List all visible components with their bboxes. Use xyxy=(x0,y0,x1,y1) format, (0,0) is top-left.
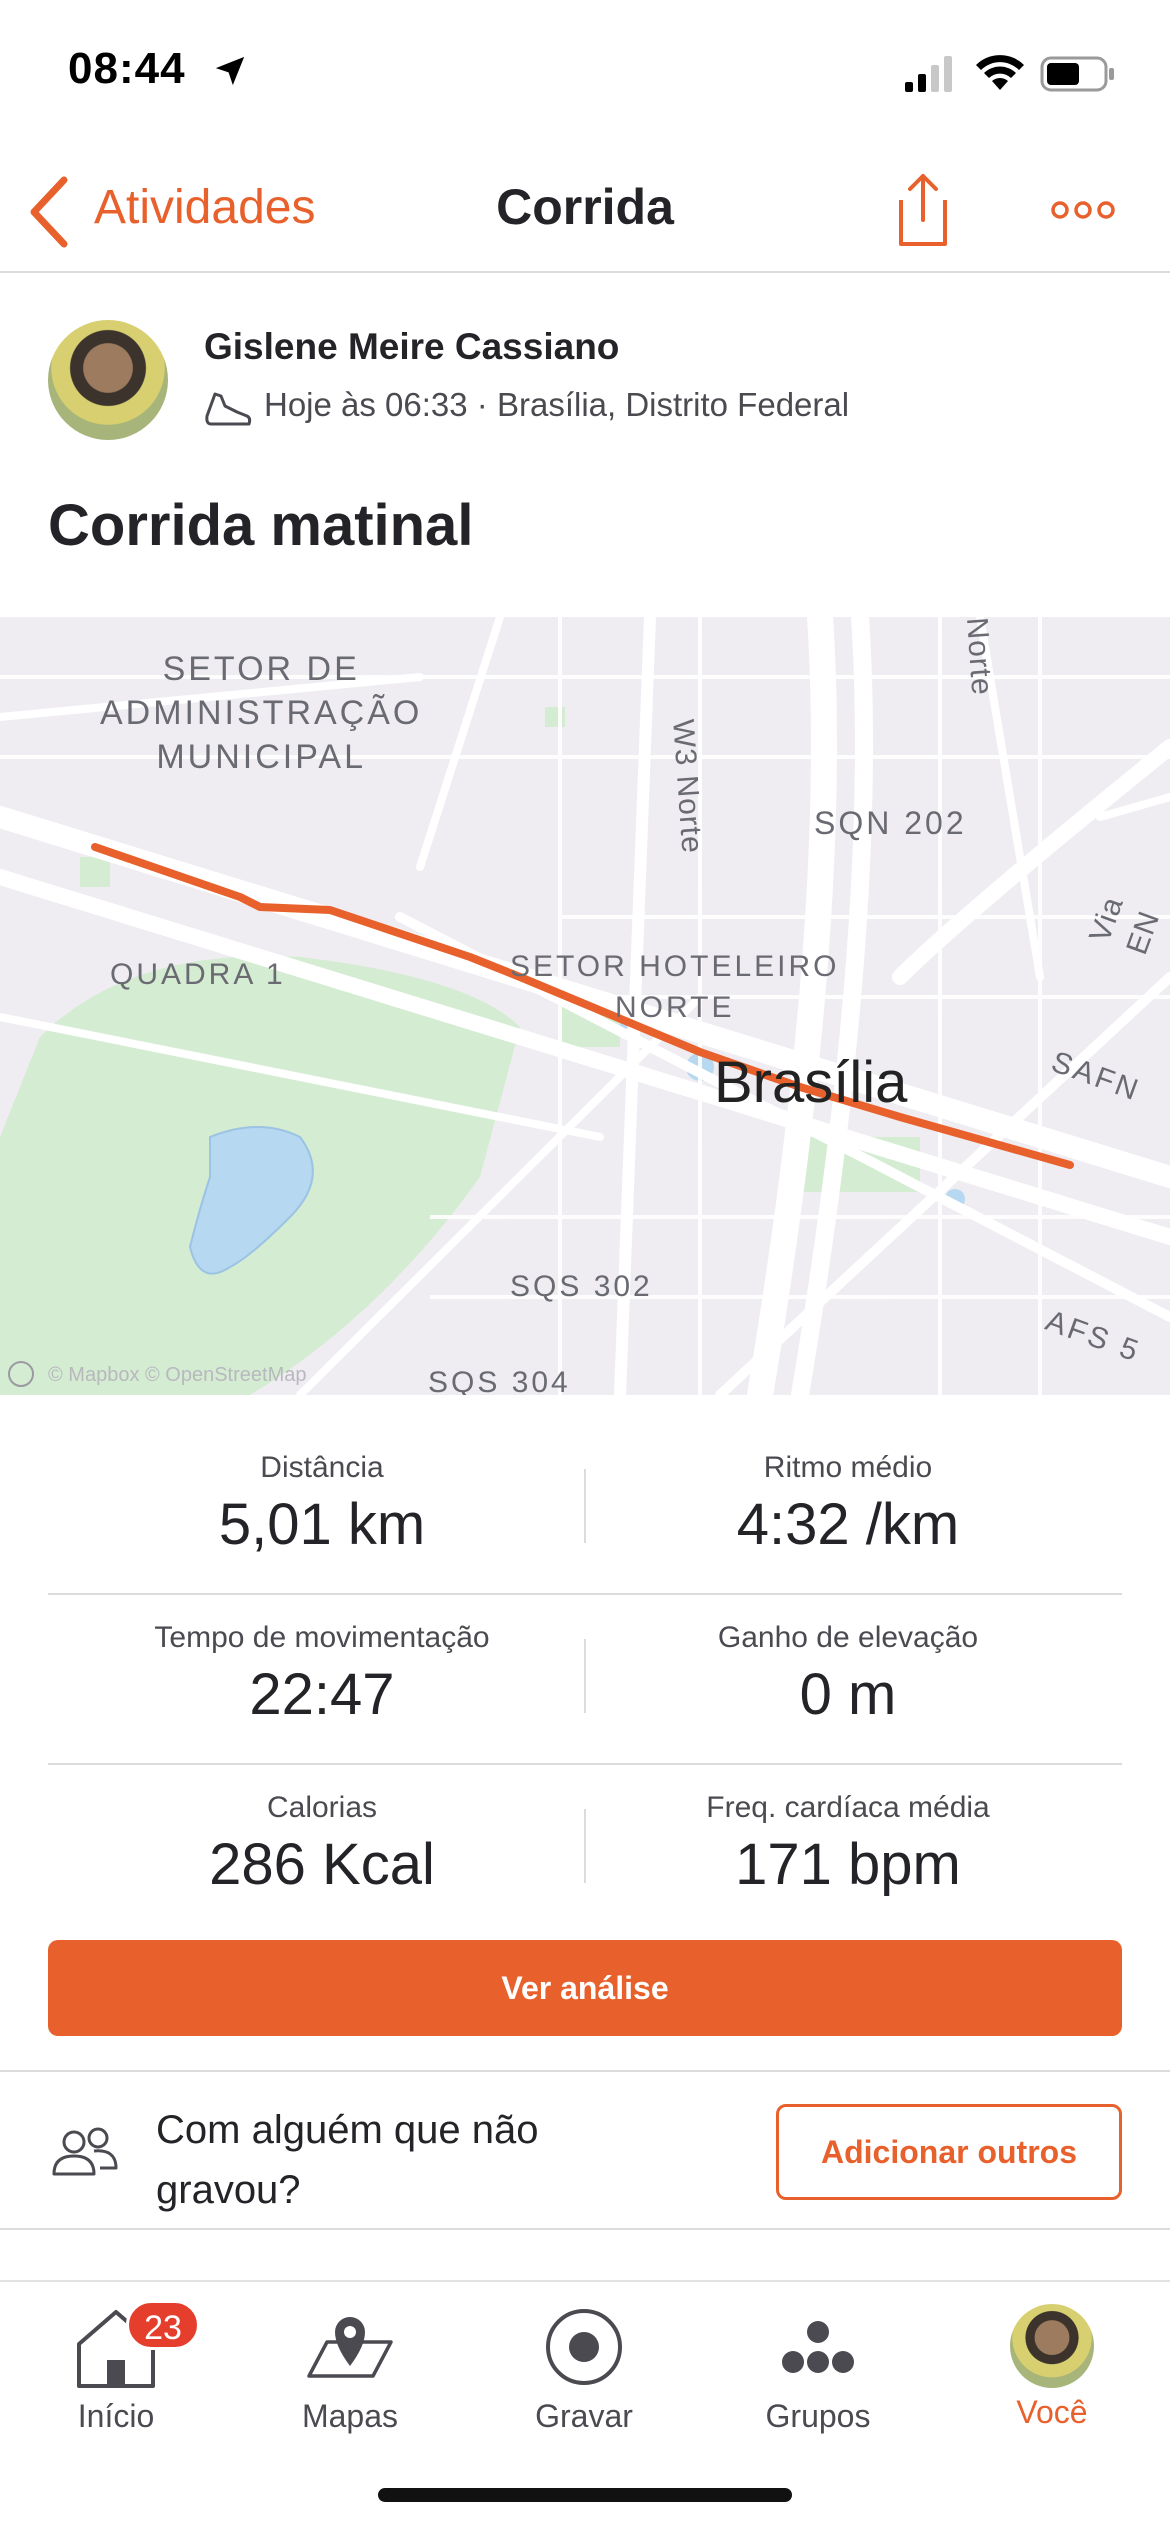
stat-avg-pace: Ritmo médio 4:32 /km xyxy=(574,1451,1122,1558)
tab-label: Grupos xyxy=(765,2398,871,2434)
back-button[interactable]: Atividades xyxy=(94,180,315,235)
tab-home[interactable]: Início 23 xyxy=(26,2292,206,2442)
notification-badge: 23 xyxy=(126,2300,200,2350)
athlete-avatar[interactable] xyxy=(48,320,168,440)
stat-calories: Calorias 286 Kcal xyxy=(48,1791,596,1898)
stat-value: 0 m xyxy=(799,1662,897,1727)
groups-icon xyxy=(782,2321,854,2373)
tab-label: Mapas xyxy=(301,2398,399,2434)
chevron-left-icon[interactable] xyxy=(26,174,70,250)
shoe-icon xyxy=(205,392,252,426)
page-title: Corrida xyxy=(496,179,674,235)
add-others-prompt: Com alguém que não gravou? xyxy=(156,2108,539,2212)
record-icon xyxy=(546,2309,622,2385)
more-options-icon[interactable] xyxy=(1050,198,1116,222)
map-pin-icon xyxy=(307,2317,393,2378)
route-map[interactable]: SETOR DE ADMINISTRAÇÃO MUNICIPAL W3 Nort… xyxy=(0,617,1170,1395)
map-label-norte: Norte xyxy=(959,617,999,697)
stat-value: 22:47 xyxy=(249,1662,395,1727)
stat-value: 171 bpm xyxy=(735,1832,961,1897)
wifi-icon xyxy=(976,55,1024,90)
mapbox-logo-icon xyxy=(8,1361,34,1387)
map-label-sqs-302: SQS 302 xyxy=(510,1270,653,1303)
tab-you[interactable]: Você xyxy=(962,2292,1142,2442)
cellular-signal-icon xyxy=(905,56,952,92)
map-label-sqn-202: SQN 202 xyxy=(814,805,967,841)
map-label-setor-admin: SETOR DE ADMINISTRAÇÃO MUNICIPAL xyxy=(100,650,423,777)
tab-label: Você xyxy=(1016,2394,1088,2430)
stat-label: Tempo de movimentação xyxy=(154,1621,490,1654)
stat-value: 5,01 km xyxy=(218,1492,426,1557)
location-arrow-icon xyxy=(215,56,245,86)
stat-label: Distância xyxy=(260,1451,384,1484)
tab-label: Início xyxy=(77,2398,155,2434)
map-label-quadra-1: QUADRA 1 xyxy=(110,958,286,991)
stat-value: 4:32 /km xyxy=(736,1492,960,1557)
status-bar: 08:44 xyxy=(0,0,1170,150)
map-label-brasilia: Brasília xyxy=(714,1050,908,1115)
stat-avg-heart-rate: Freq. cardíaca média 171 bpm xyxy=(574,1791,1122,1898)
stat-row: Distância 5,01 km Ritmo médio 4:32 /km xyxy=(48,1425,1122,1595)
stat-value: 286 Kcal xyxy=(209,1832,435,1897)
status-time: 08:44 xyxy=(68,44,186,93)
battery-icon xyxy=(1040,56,1114,92)
athlete-name[interactable]: Gislene Meire Cassiano xyxy=(204,326,619,368)
map-attribution[interactable]: © Mapbox © OpenStreetMap xyxy=(48,1364,307,1387)
map-label-sqs-304: SQS 304 xyxy=(428,1366,571,1395)
stat-row: Tempo de movimentação 22:47 Ganho de ele… xyxy=(48,1595,1122,1765)
people-icon xyxy=(52,2127,118,2176)
map-label-setor-hoteleiro: SETOR HOTELEIRO NORTE xyxy=(510,950,840,1024)
share-icon[interactable] xyxy=(893,170,953,250)
stats-grid: Distância 5,01 km Ritmo médio 4:32 /km T… xyxy=(48,1425,1122,1935)
add-others-section: Com alguém que não gravou? Adicionar out… xyxy=(0,2070,1170,2230)
stat-label: Freq. cardíaca média xyxy=(706,1791,990,1824)
tab-record[interactable]: Gravar xyxy=(494,2292,674,2442)
view-analysis-button[interactable]: Ver análise xyxy=(48,1940,1122,2036)
add-others-button[interactable]: Adicionar outros xyxy=(776,2104,1122,2200)
stat-label: Ganho de elevação xyxy=(717,1621,979,1654)
stat-label: Calorias xyxy=(266,1791,378,1824)
tab-groups[interactable]: Grupos xyxy=(728,2292,908,2442)
activity-meta: Hoje às 06:33 · Brasília, Distrito Feder… xyxy=(264,386,850,423)
stat-row: Calorias 286 Kcal Freq. cardíaca média 1… xyxy=(48,1765,1122,1935)
home-indicator[interactable] xyxy=(378,2488,792,2502)
stat-distance: Distância 5,01 km xyxy=(48,1451,596,1558)
stat-elevation-gain: Ganho de elevação 0 m xyxy=(574,1621,1122,1728)
avatar xyxy=(1010,2304,1094,2388)
activity-title: Corrida matinal xyxy=(48,493,474,558)
nav-bar: Atividades Corrida xyxy=(0,150,1170,273)
tab-maps[interactable]: Mapas xyxy=(260,2292,440,2442)
stat-label: Ritmo médio xyxy=(763,1451,933,1484)
stat-moving-time: Tempo de movimentação 22:47 xyxy=(48,1621,596,1728)
tab-label: Gravar xyxy=(535,2398,633,2434)
